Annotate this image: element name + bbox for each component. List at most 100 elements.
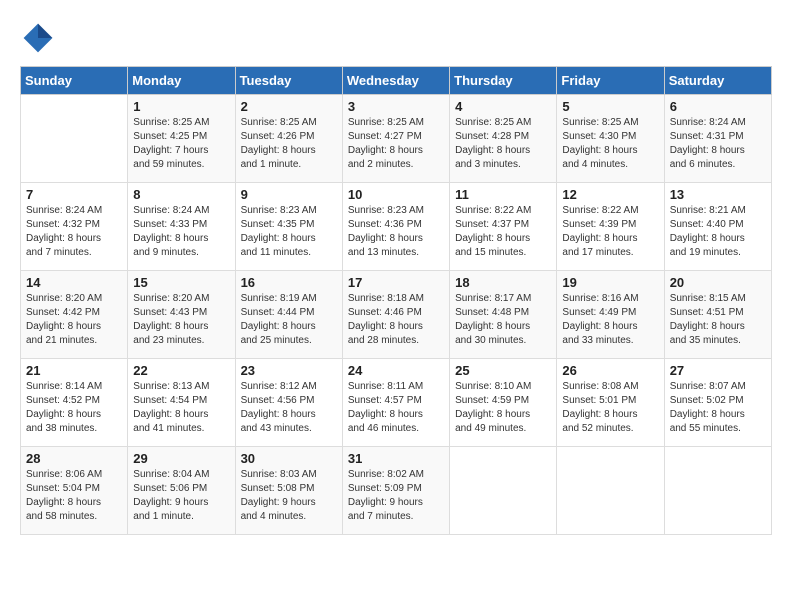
day-header-friday: Friday xyxy=(557,67,664,95)
day-info: Sunrise: 8:25 AM Sunset: 4:25 PM Dayligh… xyxy=(133,116,229,172)
week-row-1: 7 Sunrise: 8:24 AM Sunset: 4:32 PM Daylig… xyxy=(21,183,772,271)
day-number: 8 xyxy=(133,187,229,202)
day-info: Sunrise: 8:10 AM Sunset: 4:59 PM Dayligh… xyxy=(455,380,551,436)
calendar-cell: 7 Sunrise: 8:24 AM Sunset: 4:32 PM Daylig… xyxy=(21,183,128,271)
calendar-cell: 30 Sunrise: 8:03 AM Sunset: 5:08 PM Dayli… xyxy=(235,447,342,535)
day-info: Sunrise: 8:16 AM Sunset: 4:49 PM Dayligh… xyxy=(562,292,658,348)
calendar-cell: 12 Sunrise: 8:22 AM Sunset: 4:39 PM Dayli… xyxy=(557,183,664,271)
day-number: 22 xyxy=(133,363,229,378)
day-header-wednesday: Wednesday xyxy=(342,67,449,95)
week-row-2: 14 Sunrise: 8:20 AM Sunset: 4:42 PM Dayli… xyxy=(21,271,772,359)
week-row-0: 1 Sunrise: 8:25 AM Sunset: 4:25 PM Daylig… xyxy=(21,95,772,183)
day-header-thursday: Thursday xyxy=(450,67,557,95)
day-number: 1 xyxy=(133,99,229,114)
calendar-cell: 19Sunrise: 8:16 AM Sunset: 4:49 PM Dayli… xyxy=(557,271,664,359)
day-number: 11 xyxy=(455,187,551,202)
day-number: 9 xyxy=(241,187,337,202)
day-info: Sunrise: 8:20 AM Sunset: 4:42 PM Dayligh… xyxy=(26,292,122,348)
calendar-cell: 23 Sunrise: 8:12 AM Sunset: 4:56 PM Dayli… xyxy=(235,359,342,447)
day-info: Sunrise: 8:15 AM Sunset: 4:51 PM Dayligh… xyxy=(670,292,766,348)
day-number: 26 xyxy=(562,363,658,378)
calendar-cell: 16 Sunrise: 8:19 AM Sunset: 4:44 PM Dayli… xyxy=(235,271,342,359)
day-number: 6 xyxy=(670,99,766,114)
day-info: Sunrise: 8:12 AM Sunset: 4:56 PM Dayligh… xyxy=(241,380,337,436)
day-number: 21 xyxy=(26,363,122,378)
calendar-cell: 29 Sunrise: 8:04 AM Sunset: 5:06 PM Dayli… xyxy=(128,447,235,535)
day-number: 20 xyxy=(670,275,766,290)
calendar-cell: 2 Sunrise: 8:25 AM Sunset: 4:26 PM Daylig… xyxy=(235,95,342,183)
day-info: Sunrise: 8:19 AM Sunset: 4:44 PM Dayligh… xyxy=(241,292,337,348)
day-number: 30 xyxy=(241,451,337,466)
day-info: Sunrise: 8:25 AM Sunset: 4:28 PM Dayligh… xyxy=(455,116,551,172)
day-info: Sunrise: 8:24 AM Sunset: 4:33 PM Dayligh… xyxy=(133,204,229,260)
calendar-cell xyxy=(21,95,128,183)
day-number: 28 xyxy=(26,451,122,466)
calendar-body: 1 Sunrise: 8:25 AM Sunset: 4:25 PM Daylig… xyxy=(21,95,772,535)
calendar-cell: 5Sunrise: 8:25 AM Sunset: 4:30 PM Daylig… xyxy=(557,95,664,183)
day-info: Sunrise: 8:13 AM Sunset: 4:54 PM Dayligh… xyxy=(133,380,229,436)
calendar-cell: 6 Sunrise: 8:24 AM Sunset: 4:31 PM Daylig… xyxy=(664,95,771,183)
day-info: Sunrise: 8:08 AM Sunset: 5:01 PM Dayligh… xyxy=(562,380,658,436)
day-info: Sunrise: 8:21 AM Sunset: 4:40 PM Dayligh… xyxy=(670,204,766,260)
day-number: 4 xyxy=(455,99,551,114)
calendar-table: SundayMondayTuesdayWednesdayThursdayFrid… xyxy=(20,66,772,535)
week-row-4: 28 Sunrise: 8:06 AM Sunset: 5:04 PM Dayli… xyxy=(21,447,772,535)
day-info: Sunrise: 8:06 AM Sunset: 5:04 PM Dayligh… xyxy=(26,468,122,524)
calendar-header-row: SundayMondayTuesdayWednesdayThursdayFrid… xyxy=(21,67,772,95)
calendar-cell xyxy=(557,447,664,535)
day-number: 23 xyxy=(241,363,337,378)
calendar-cell: 26 Sunrise: 8:08 AM Sunset: 5:01 PM Dayli… xyxy=(557,359,664,447)
day-info: Sunrise: 8:14 AM Sunset: 4:52 PM Dayligh… xyxy=(26,380,122,436)
calendar-cell xyxy=(450,447,557,535)
logo xyxy=(20,20,60,56)
day-number: 12 xyxy=(562,187,658,202)
day-number: 3 xyxy=(348,99,444,114)
day-info: Sunrise: 8:25 AM Sunset: 4:30 PM Dayligh… xyxy=(562,116,658,172)
calendar-cell: 24Sunrise: 8:11 AM Sunset: 4:57 PM Dayli… xyxy=(342,359,449,447)
calendar-cell: 18 Sunrise: 8:17 AM Sunset: 4:48 PM Dayli… xyxy=(450,271,557,359)
day-header-tuesday: Tuesday xyxy=(235,67,342,95)
day-info: Sunrise: 8:23 AM Sunset: 4:35 PM Dayligh… xyxy=(241,204,337,260)
day-info: Sunrise: 8:23 AM Sunset: 4:36 PM Dayligh… xyxy=(348,204,444,260)
calendar-cell: 10 Sunrise: 8:23 AM Sunset: 4:36 PM Dayli… xyxy=(342,183,449,271)
calendar-cell: 21 Sunrise: 8:14 AM Sunset: 4:52 PM Dayli… xyxy=(21,359,128,447)
day-info: Sunrise: 8:02 AM Sunset: 5:09 PM Dayligh… xyxy=(348,468,444,524)
day-number: 14 xyxy=(26,275,122,290)
day-info: Sunrise: 8:25 AM Sunset: 4:26 PM Dayligh… xyxy=(241,116,337,172)
calendar-cell: 20 Sunrise: 8:15 AM Sunset: 4:51 PM Dayli… xyxy=(664,271,771,359)
day-info: Sunrise: 8:22 AM Sunset: 4:39 PM Dayligh… xyxy=(562,204,658,260)
logo-icon xyxy=(20,20,56,56)
day-info: Sunrise: 8:11 AM Sunset: 4:57 PM Dayligh… xyxy=(348,380,444,436)
day-info: Sunrise: 8:04 AM Sunset: 5:06 PM Dayligh… xyxy=(133,468,229,524)
day-number: 10 xyxy=(348,187,444,202)
day-number: 15 xyxy=(133,275,229,290)
day-header-saturday: Saturday xyxy=(664,67,771,95)
calendar-cell: 8 Sunrise: 8:24 AM Sunset: 4:33 PM Daylig… xyxy=(128,183,235,271)
calendar-cell: 17Sunrise: 8:18 AM Sunset: 4:46 PM Dayli… xyxy=(342,271,449,359)
day-info: Sunrise: 8:17 AM Sunset: 4:48 PM Dayligh… xyxy=(455,292,551,348)
calendar-cell: 9 Sunrise: 8:23 AM Sunset: 4:35 PM Daylig… xyxy=(235,183,342,271)
day-number: 31 xyxy=(348,451,444,466)
calendar-cell: 31 Sunrise: 8:02 AM Sunset: 5:09 PM Dayli… xyxy=(342,447,449,535)
day-number: 18 xyxy=(455,275,551,290)
day-number: 2 xyxy=(241,99,337,114)
calendar-cell: 27Sunrise: 8:07 AM Sunset: 5:02 PM Dayli… xyxy=(664,359,771,447)
day-info: Sunrise: 8:24 AM Sunset: 4:32 PM Dayligh… xyxy=(26,204,122,260)
day-number: 17 xyxy=(348,275,444,290)
day-number: 7 xyxy=(26,187,122,202)
calendar-cell: 1 Sunrise: 8:25 AM Sunset: 4:25 PM Daylig… xyxy=(128,95,235,183)
day-number: 29 xyxy=(133,451,229,466)
calendar-cell: 11Sunrise: 8:22 AM Sunset: 4:37 PM Dayli… xyxy=(450,183,557,271)
day-info: Sunrise: 8:03 AM Sunset: 5:08 PM Dayligh… xyxy=(241,468,337,524)
week-row-3: 21 Sunrise: 8:14 AM Sunset: 4:52 PM Dayli… xyxy=(21,359,772,447)
day-number: 13 xyxy=(670,187,766,202)
calendar-cell: 22 Sunrise: 8:13 AM Sunset: 4:54 PM Dayli… xyxy=(128,359,235,447)
page-header xyxy=(20,20,772,56)
day-header-sunday: Sunday xyxy=(21,67,128,95)
day-number: 16 xyxy=(241,275,337,290)
calendar-cell: 13 Sunrise: 8:21 AM Sunset: 4:40 PM Dayli… xyxy=(664,183,771,271)
calendar-cell: 4 Sunrise: 8:25 AM Sunset: 4:28 PM Daylig… xyxy=(450,95,557,183)
day-number: 25 xyxy=(455,363,551,378)
day-info: Sunrise: 8:24 AM Sunset: 4:31 PM Dayligh… xyxy=(670,116,766,172)
day-header-monday: Monday xyxy=(128,67,235,95)
